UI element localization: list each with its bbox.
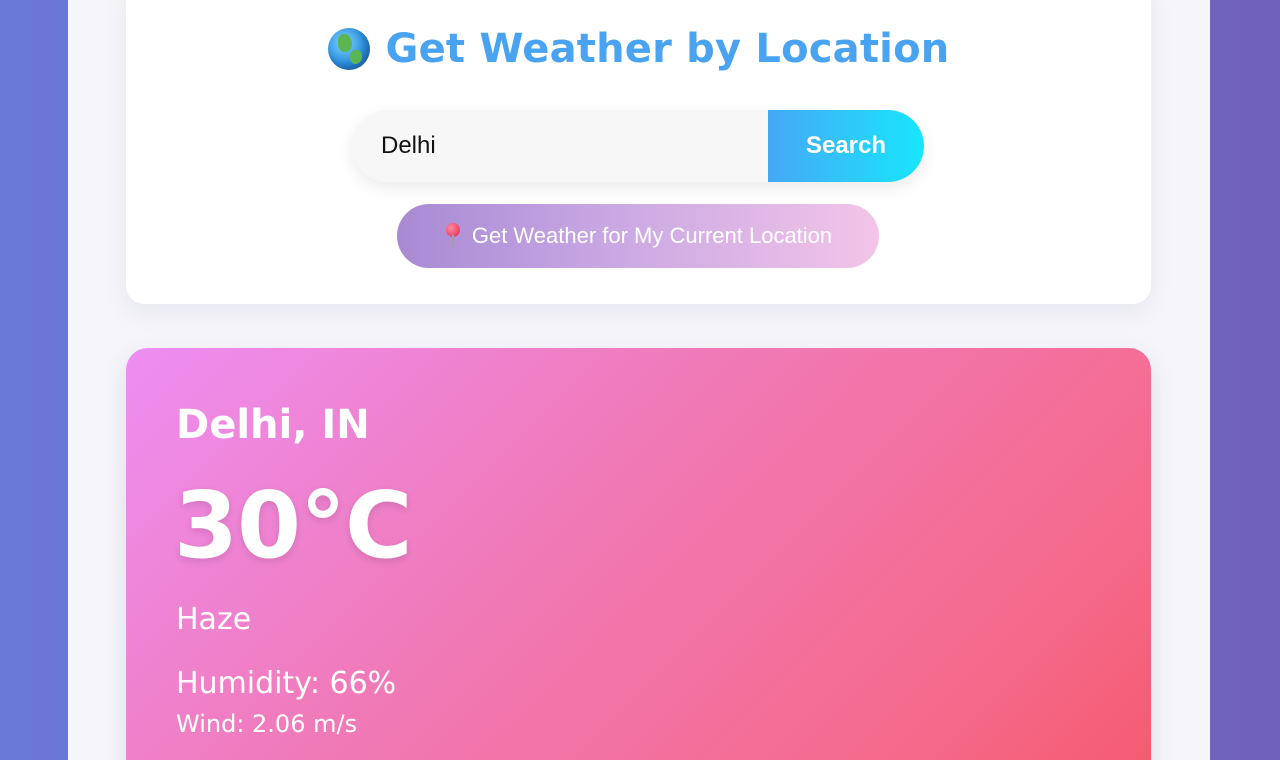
humidity: Humidity: 66%	[176, 666, 397, 701]
wind-speed: Wind: 2.06 m/s	[176, 710, 358, 738]
weather-condition: Haze	[176, 602, 252, 637]
current-location-label: Get Weather for My Current Location	[471, 223, 833, 248]
current-location-button[interactable]: Get Weather for My Current Location	[397, 204, 879, 268]
temperature: 30°C	[174, 472, 413, 579]
search-button[interactable]: Search	[768, 110, 924, 182]
page-container: Get Weather by Location Search Get Weath…	[68, 0, 1210, 760]
city-name: Delhi, IN	[176, 402, 370, 448]
page-title: Get Weather by Location	[385, 26, 950, 72]
pin-icon	[444, 223, 462, 249]
search-card: Get Weather by Location Search Get Weath…	[126, 0, 1151, 304]
weather-card: Delhi, IN 30°C Haze Humidity: 66% Wind: …	[126, 348, 1151, 760]
title-row: Get Weather by Location	[126, 26, 1151, 72]
globe-icon	[327, 28, 370, 70]
search-bar: Search	[352, 110, 924, 182]
city-search-input[interactable]	[352, 110, 768, 182]
